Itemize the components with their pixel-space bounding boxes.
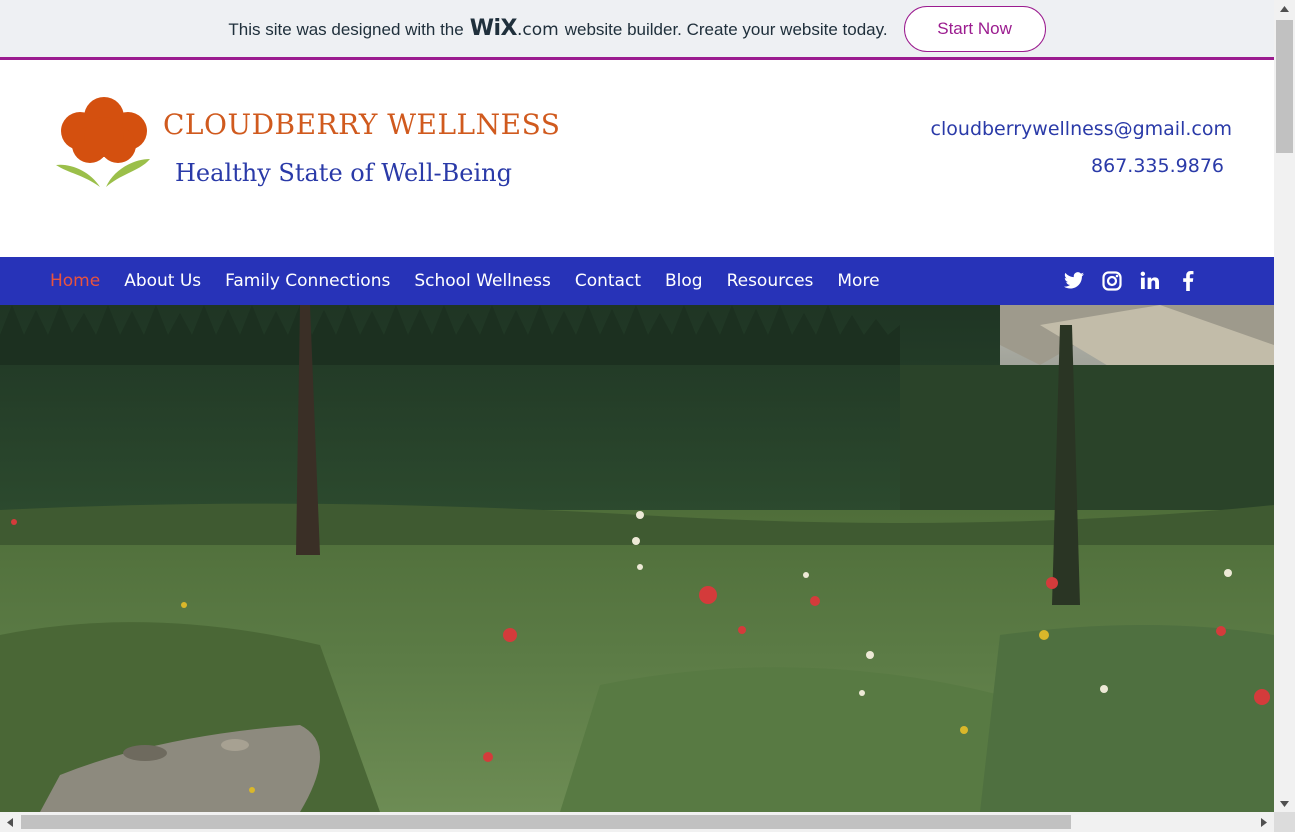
contact-email-link[interactable]: cloudberrywellness@gmail.com — [931, 118, 1232, 140]
nav-item-blog[interactable]: Blog — [653, 271, 715, 291]
scroll-down-icon[interactable] — [1274, 795, 1295, 812]
brand-tagline: Healthy State of Well-Being — [175, 159, 512, 187]
wix-promo-text: This site was designed with the WiX.com … — [228, 16, 887, 41]
wix-promo-banner: This site was designed with the WiX.com … — [0, 0, 1274, 60]
scroll-left-icon[interactable] — [0, 812, 20, 832]
nav-item-school-wellness[interactable]: School Wellness — [402, 271, 563, 291]
linkedin-icon[interactable] — [1138, 269, 1161, 292]
brand-title[interactable]: CLOUDBERRY WELLNESS — [163, 108, 560, 141]
social-links — [1062, 269, 1199, 292]
wix-text-before: This site was designed with the — [228, 20, 464, 39]
horizontal-scroll-thumb[interactable] — [21, 815, 1071, 829]
scroll-up-icon[interactable] — [1274, 0, 1295, 17]
scrollbar-corner — [1274, 812, 1295, 832]
contact-phone: 867.335.9876 — [1091, 155, 1224, 177]
horizontal-scrollbar[interactable] — [0, 812, 1274, 832]
site-header: CLOUDBERRY WELLNESS Healthy State of Wel… — [0, 63, 1274, 257]
cloudberry-logo-icon[interactable] — [52, 93, 156, 193]
nav-item-about-us[interactable]: About Us — [112, 271, 213, 291]
nav-menu: Home About Us Family Connections School … — [38, 257, 892, 305]
facebook-icon[interactable] — [1176, 269, 1199, 292]
nav-item-home[interactable]: Home — [38, 271, 112, 291]
wix-text-after: website builder. Create your website tod… — [564, 20, 888, 39]
start-now-button[interactable]: Start Now — [903, 5, 1046, 52]
hero-image — [0, 305, 1274, 812]
main-navigation: Home About Us Family Connections School … — [0, 257, 1274, 305]
nav-item-family-connections[interactable]: Family Connections — [213, 271, 402, 291]
vertical-scrollbar[interactable] — [1274, 0, 1295, 812]
nav-item-resources[interactable]: Resources — [715, 271, 826, 291]
nav-item-contact[interactable]: Contact — [563, 271, 653, 291]
scroll-right-icon[interactable] — [1254, 812, 1274, 832]
nav-item-more[interactable]: More — [825, 271, 891, 291]
instagram-icon[interactable] — [1100, 269, 1123, 292]
mountain-meadow-photo — [0, 305, 1274, 812]
wix-logo: WiX.com — [469, 16, 559, 41]
vertical-scroll-thumb[interactable] — [1276, 20, 1293, 153]
twitter-icon[interactable] — [1062, 269, 1085, 292]
